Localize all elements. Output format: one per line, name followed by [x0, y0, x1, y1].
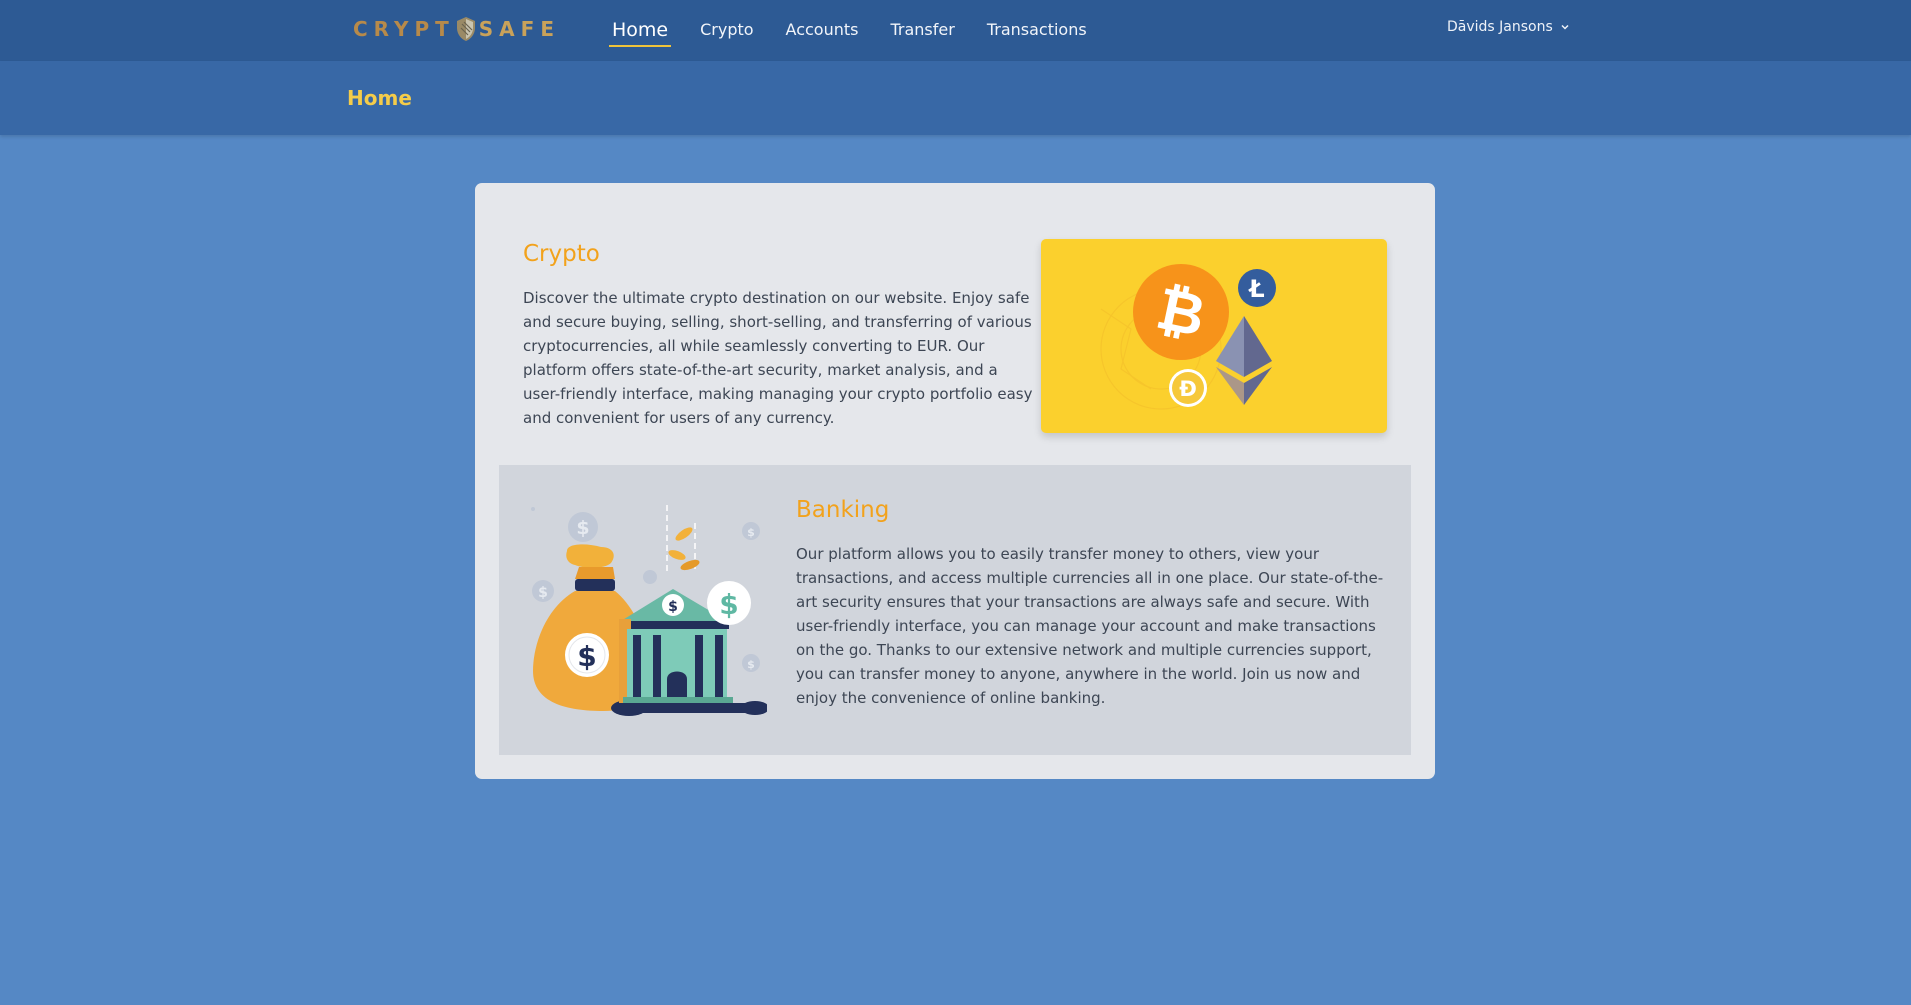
main-nav: Home Crypto Accounts Transfer Transactio…	[608, 0, 1119, 61]
user-menu[interactable]: Dāvids Jansons	[1447, 19, 1570, 35]
svg-text:$: $	[668, 599, 678, 615]
svg-text:Đ: Đ	[1179, 377, 1197, 401]
banking-title: Banking	[796, 497, 890, 523]
cryptosafe-logo[interactable]: CRYPT SAFE	[353, 14, 565, 44]
banking-section: $ $ $ $ $ $ $ Banking Our platform allow…	[499, 465, 1411, 755]
nav-accounts[interactable]: Accounts	[786, 20, 859, 41]
nav-crypto[interactable]: Crypto	[700, 20, 753, 41]
dogecoin-icon: Đ	[1169, 369, 1207, 407]
chevron-down-icon	[1561, 24, 1569, 30]
top-navbar: CRYPT SAFE Home Crypto Accounts Transfer…	[0, 0, 1911, 61]
nav-transactions[interactable]: Transactions	[987, 20, 1087, 41]
bitcoin-icon: ₿	[1133, 264, 1229, 360]
page-header: Home	[0, 61, 1911, 135]
litecoin-icon: Ł	[1238, 269, 1276, 307]
crypto-section: Crypto Discover the ultimate crypto dest…	[475, 183, 1435, 466]
content-card: Crypto Discover the ultimate crypto dest…	[475, 183, 1435, 779]
nav-home[interactable]: Home	[608, 19, 672, 47]
banking-illustration: $ $ $ $ $ $ $	[527, 503, 769, 718]
dollar-coin-icon: $	[707, 581, 751, 625]
page-title: Home	[347, 86, 412, 110]
crypto-title: Crypto	[523, 241, 600, 267]
svg-text:Ł: Ł	[1247, 275, 1264, 303]
user-name: Dāvids Jansons	[1447, 19, 1553, 35]
svg-text:$: $	[747, 658, 755, 671]
svg-text:$: $	[576, 517, 589, 539]
crypto-coins-image: ₿ Ł Đ	[1041, 239, 1387, 433]
svg-text:$: $	[719, 588, 738, 621]
svg-text:$: $	[747, 526, 755, 539]
svg-text:$: $	[577, 640, 596, 673]
logo-text-left: CRYPT	[353, 17, 455, 41]
logo-text-right: SAFE	[478, 17, 560, 41]
svg-text:$: $	[538, 585, 548, 601]
shield-icon	[456, 17, 475, 41]
banking-description: Our platform allows you to easily transf…	[796, 545, 1384, 707]
crypto-description: Discover the ultimate crypto destination…	[523, 289, 1033, 427]
nav-transfer[interactable]: Transfer	[890, 20, 954, 41]
